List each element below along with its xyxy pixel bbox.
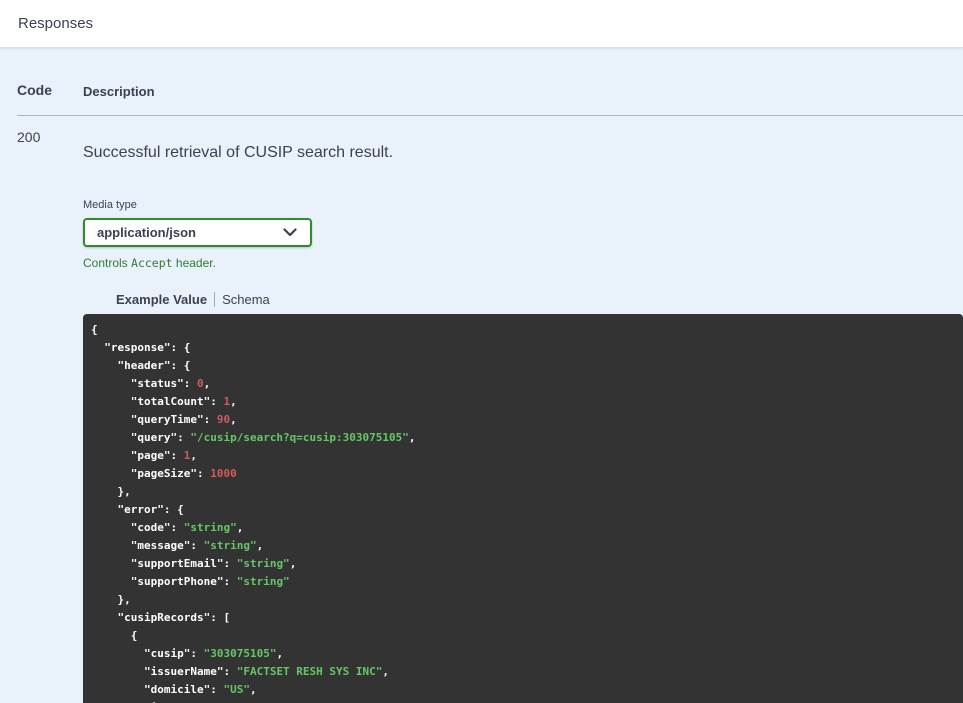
response-row: 200 Successful retrieval of CUSIP search… xyxy=(0,116,963,703)
tab-divider xyxy=(214,291,216,307)
code-column-header: Code xyxy=(17,82,52,98)
media-type-selected-value: application/json xyxy=(97,225,196,240)
tab-schema[interactable]: Schema xyxy=(222,292,270,307)
response-details: Successful retrieval of CUSIP search res… xyxy=(83,129,963,703)
responses-title: Responses xyxy=(18,15,94,32)
response-panel: Code Description 200 Successful retrieva… xyxy=(0,48,963,703)
status-code: 200 xyxy=(17,129,41,145)
chevron-down-icon xyxy=(283,228,297,237)
accept-note-code: Accept xyxy=(131,256,173,270)
accept-note-suffix: header. xyxy=(172,256,216,270)
response-description: Successful retrieval of CUSIP search res… xyxy=(83,144,394,161)
media-type-select[interactable]: application/json xyxy=(83,218,312,247)
tab-example-value[interactable]: Example Value xyxy=(116,292,207,307)
responses-header: Responses xyxy=(0,0,963,48)
media-type-label: Media type xyxy=(83,199,137,211)
example-schema-tabs: Example Value Schema xyxy=(116,291,963,307)
accept-header-note: Controls Accept header. xyxy=(83,256,963,270)
accept-note-prefix: Controls xyxy=(83,256,132,270)
description-column-header: Description xyxy=(83,84,155,99)
responses-section: Responses Code Description 200 Successfu… xyxy=(0,0,963,703)
responses-table-header: Code Description xyxy=(0,48,963,99)
response-example-code: { "response": { "header": { "status": 0,… xyxy=(83,314,963,703)
